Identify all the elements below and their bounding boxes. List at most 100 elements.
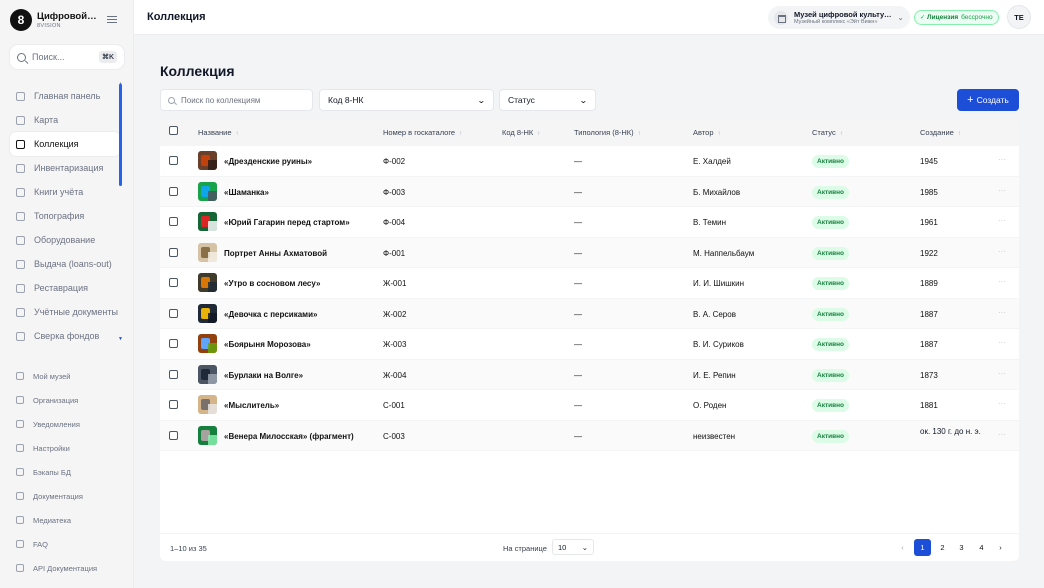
table-row[interactable]: «Бурлаки на Волге» Ж-004 — И. Е. Репин Актив… xyxy=(160,359,1019,390)
page-button-2[interactable]: 2 xyxy=(934,539,951,556)
column-header-status[interactable]: Статус ↑ xyxy=(812,128,843,137)
table-row[interactable]: «Боярыня Морозова» Ж-003 — В. И. Суриков Акт… xyxy=(160,329,1019,360)
column-header-name[interactable]: Название ↑ xyxy=(198,128,239,137)
catalog-number: Ж-003 xyxy=(383,340,407,349)
row-checkbox[interactable] xyxy=(169,247,178,257)
sidebar-item-museum[interactable]: Мой музей xyxy=(10,364,120,388)
column-header-author[interactable]: Автор ↑ xyxy=(693,128,721,137)
sidebar-item-map[interactable]: Карта xyxy=(10,108,120,132)
row-checkbox[interactable] xyxy=(169,186,178,196)
table-row[interactable]: «Шаманка» Ф-003 — Б. Михайлов Активно 1985 ··· xyxy=(160,176,1019,207)
scroll-down-icon[interactable]: ▼ xyxy=(118,336,123,342)
status-filter-select[interactable]: Статус ⌄ xyxy=(499,89,596,111)
catalog-number: Ж-001 xyxy=(383,279,407,288)
sidebar-item-label: Организация xyxy=(33,395,79,405)
sidebar-item-topography[interactable]: Топография xyxy=(10,204,120,228)
row-checkbox[interactable] xyxy=(169,369,178,379)
sidebar-item-docs[interactable]: Документация xyxy=(10,484,120,508)
page-button-4[interactable]: 4 xyxy=(973,539,990,556)
row-checkbox[interactable] xyxy=(169,400,178,409)
table-row[interactable]: «Утро в сосновом лесу» Ж-001 — И. И. Шишкин… xyxy=(160,268,1019,299)
sidebar-item-collection[interactable]: Коллекция xyxy=(10,132,120,156)
row-checkbox[interactable] xyxy=(169,430,178,440)
column-header-code[interactable]: Код 8-НК ↑ xyxy=(502,128,540,137)
table-row[interactable]: «Мыслитель» С-001 — О. Роден Активно 1881 ··· xyxy=(160,390,1019,421)
sidebar-item-book[interactable]: Книги учёта xyxy=(10,180,120,204)
sidebar-item-bell[interactable]: Уведомления xyxy=(10,412,120,436)
code-filter-select[interactable]: Код 8-НК ⌄ xyxy=(319,89,494,111)
sidebar-item-documents[interactable]: Учётные документы xyxy=(10,300,120,324)
per-page-select[interactable]: 10 ⌄ xyxy=(552,539,594,555)
organization-switcher[interactable]: Музей цифровой культуры Музейный комплек… xyxy=(768,6,910,29)
table-row[interactable]: Портрет Анны Ахматовой Ф-001 — М. Наппельба… xyxy=(160,237,1019,268)
sidebar-item-media[interactable]: Медиатека xyxy=(10,508,120,532)
chevron-down-icon: ⌄ xyxy=(579,95,589,105)
sidebar-scrollbar[interactable] xyxy=(119,84,122,186)
sidebar-search[interactable]: Поиск... ⌘K xyxy=(10,45,124,69)
table-row[interactable]: «Девочка с персиками» Ж-002 — В. А. Серов Ак… xyxy=(160,298,1019,329)
page-button-3[interactable]: 3 xyxy=(953,539,970,556)
column-header-created[interactable]: Создание ↑ xyxy=(920,128,961,137)
sidebar-item-inventory[interactable]: Инвентаризация xyxy=(10,156,120,180)
row-actions-icon[interactable]: ··· xyxy=(998,399,1006,408)
hamburger-menu-icon[interactable] xyxy=(107,16,117,24)
sidebar-item-restoration[interactable]: Реставрация xyxy=(10,276,120,300)
user-avatar[interactable]: TE xyxy=(1007,5,1031,29)
row-actions-icon[interactable]: ··· xyxy=(998,308,1006,317)
artwork-name[interactable]: «Бурлаки на Волге» xyxy=(224,371,303,380)
page-button-1[interactable]: 1 xyxy=(914,539,931,556)
row-actions-icon[interactable]: ··· xyxy=(998,247,1006,256)
select-all-checkbox[interactable] xyxy=(169,126,178,135)
row-actions-icon[interactable]: ··· xyxy=(998,338,1006,347)
table-row[interactable]: «Венера Милосская» (фрагмент) С-003 — неизв… xyxy=(160,420,1019,451)
row-checkbox[interactable] xyxy=(169,339,178,348)
sidebar-item-help[interactable]: FAQ xyxy=(10,532,120,556)
artwork-name[interactable]: «Юрий Гагарин перед стартом» xyxy=(224,218,350,227)
brand[interactable]: 8 Цифровой музей 8VISION xyxy=(10,9,99,31)
row-actions-icon[interactable]: ··· xyxy=(998,186,1006,195)
artwork-name[interactable]: «Мыслитель» xyxy=(224,401,279,410)
sidebar-item-label: Реставрация xyxy=(34,283,88,293)
next-page-button[interactable]: › xyxy=(992,539,1009,556)
sort-icon: ↑ xyxy=(537,131,541,137)
artwork-name[interactable]: «Утро в сосновом лесу» xyxy=(224,279,320,288)
row-actions-icon[interactable]: ··· xyxy=(998,155,1006,164)
artwork-thumbnail xyxy=(198,364,217,384)
prev-page-button[interactable]: ‹ xyxy=(894,539,911,556)
column-header-catalog-number[interactable]: Номер в госкаталоге ↑ xyxy=(383,128,462,137)
sidebar-item-organization[interactable]: Организация xyxy=(10,388,120,412)
artwork-name[interactable]: «Венера Милосская» (фрагмент) xyxy=(224,432,354,441)
artwork-thumbnail xyxy=(198,334,217,353)
table-row[interactable]: «Юрий Гагарин перед стартом» Ф-004 — В. Тем… xyxy=(160,207,1019,238)
row-actions-icon[interactable]: ··· xyxy=(998,277,1006,286)
table-row[interactable]: «Дрезденские руины» Ф-002 — Е. Халдей Активн… xyxy=(160,146,1019,177)
sidebar-item-label: Карта xyxy=(34,115,59,125)
sidebar-item-equipment[interactable]: Оборудование xyxy=(10,228,120,252)
artwork-thumbnail xyxy=(198,181,217,201)
row-actions-icon[interactable]: ··· xyxy=(998,430,1006,439)
row-actions-icon[interactable]: ··· xyxy=(998,216,1006,225)
brand-logo: 8 xyxy=(10,9,32,31)
artwork-name[interactable]: «Шаманка» xyxy=(224,188,269,197)
artwork-name[interactable]: Портрет Анны Ахматовой xyxy=(224,249,327,258)
collection-search[interactable] xyxy=(160,89,313,111)
sidebar-item-loans[interactable]: Выдача (loans-out) xyxy=(10,252,120,276)
row-actions-icon[interactable]: ··· xyxy=(998,369,1006,378)
catalog-number: С-003 xyxy=(383,431,405,441)
sidebar-item-reconciliation[interactable]: Сверка фондов xyxy=(10,324,120,348)
artwork-name[interactable]: «Дрезденские руины» xyxy=(224,157,312,166)
sidebar-item-database[interactable]: Бэкапы БД xyxy=(10,460,120,484)
artwork-name[interactable]: «Боярыня Морозова» xyxy=(224,340,311,349)
sidebar-item-code[interactable]: API Документация xyxy=(10,556,120,580)
create-button[interactable]: + Создать xyxy=(957,89,1019,111)
artwork-name[interactable]: «Девочка с персиками» xyxy=(224,310,317,319)
artwork-thumbnail xyxy=(198,273,217,292)
sidebar-item-gear[interactable]: Настройки xyxy=(10,436,120,460)
row-checkbox[interactable] xyxy=(169,156,178,165)
column-header-typology[interactable]: Типология (8-НК) ↑ xyxy=(574,128,641,137)
row-checkbox[interactable] xyxy=(169,308,178,318)
sidebar-item-dashboard[interactable]: Главная панель xyxy=(10,84,120,108)
collection-search-input[interactable] xyxy=(181,95,301,105)
row-checkbox[interactable] xyxy=(169,278,178,287)
row-checkbox[interactable] xyxy=(169,217,178,226)
